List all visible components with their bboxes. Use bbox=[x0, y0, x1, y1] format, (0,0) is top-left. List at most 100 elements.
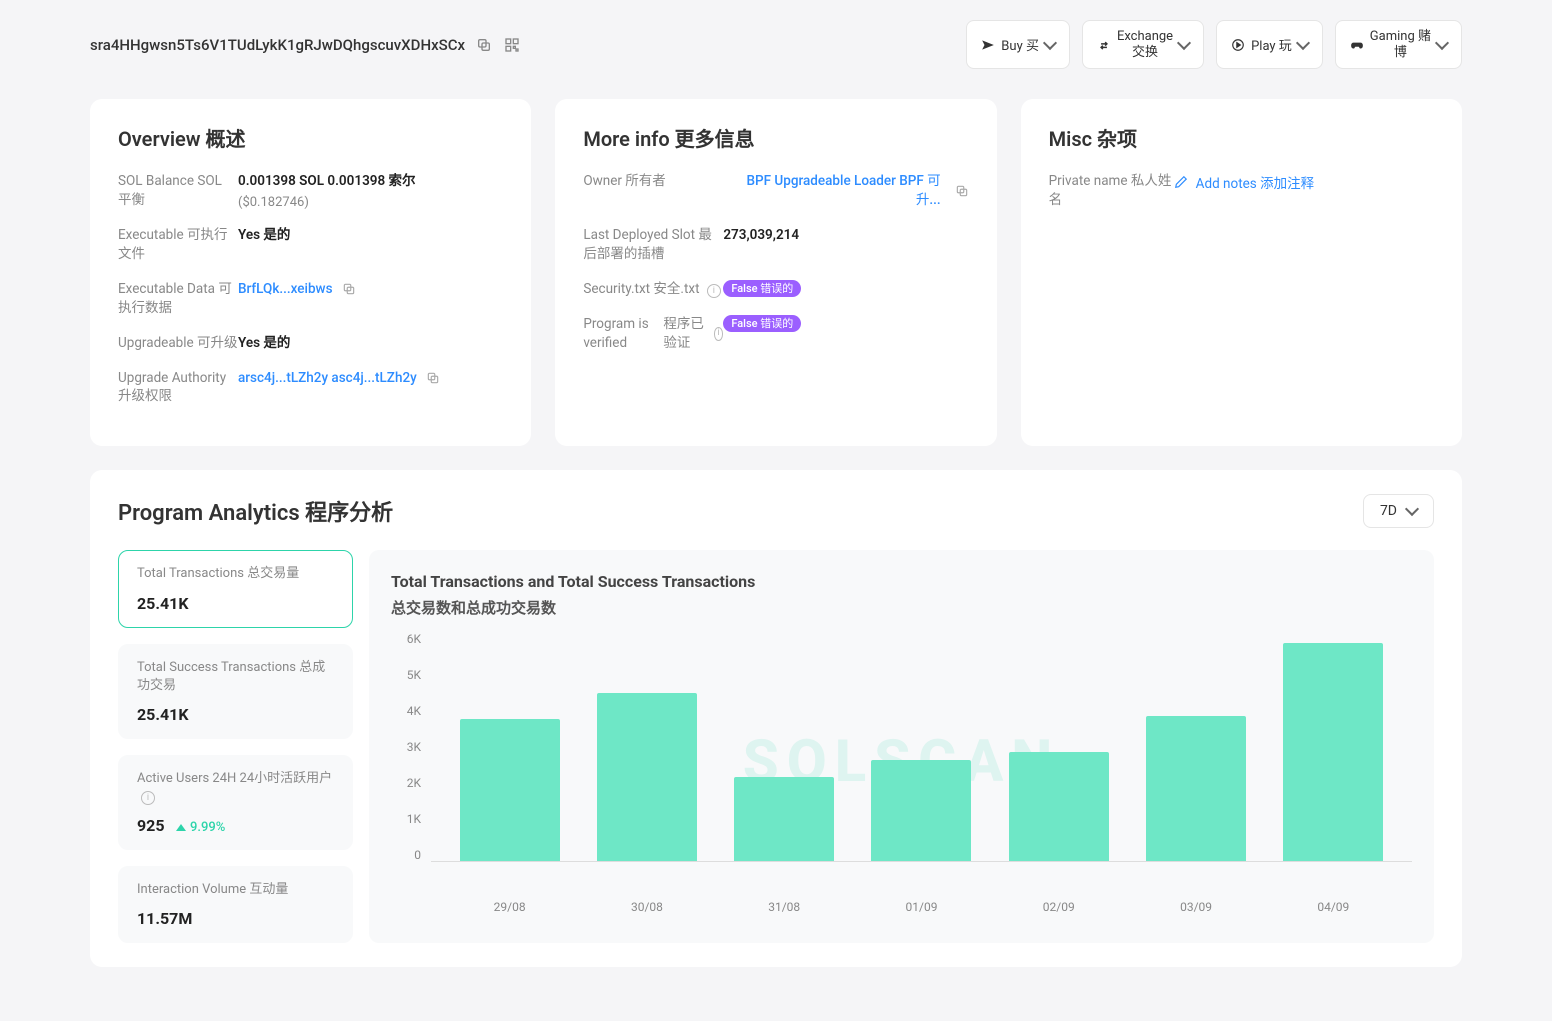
y-tick: 6K bbox=[407, 632, 421, 646]
stat-label: Active Users 24H 24小时活跃用户 i bbox=[137, 770, 334, 806]
x-tick: 02/09 bbox=[1009, 900, 1109, 914]
executable-label: Executable 可执行文件 bbox=[118, 226, 238, 264]
chevron-down-icon bbox=[1043, 36, 1057, 50]
info-icon[interactable]: i bbox=[707, 284, 721, 298]
copy-icon[interactable] bbox=[955, 184, 969, 198]
stat-value: 925 bbox=[137, 816, 165, 835]
executable-data-label: Executable Data 可执行数据 bbox=[118, 280, 238, 318]
stat-total-transactions[interactable]: Total Transactions 总交易量 25.41K bbox=[118, 550, 353, 627]
security-status-pill: False 错误的 bbox=[723, 280, 801, 297]
qr-code-icon[interactable] bbox=[503, 36, 521, 54]
bar-group[interactable] bbox=[460, 719, 560, 861]
upgradeable-value: Yes 是的 bbox=[238, 334, 290, 353]
chart-title: Total Transactions and Total Success Tra… bbox=[391, 572, 1412, 591]
sol-balance-label: SOL Balance SOL 平衡 bbox=[118, 172, 238, 210]
bar-group[interactable] bbox=[1146, 716, 1246, 862]
x-tick: 04/09 bbox=[1283, 900, 1383, 914]
copy-address-icon[interactable] bbox=[475, 36, 493, 54]
owner-link[interactable]: BPF Upgradeable Loader BPF 可升... bbox=[723, 172, 940, 210]
last-slot-label: Last Deployed Slot 最后部署的插槽 bbox=[583, 226, 723, 264]
buy-label: Buy 买 bbox=[1001, 35, 1039, 54]
exchange-label-1: Exchange bbox=[1117, 29, 1173, 45]
stat-interaction-volume[interactable]: Interaction Volume 互动量 11.57M bbox=[118, 866, 353, 943]
add-notes-label: Add notes 添加注释 bbox=[1196, 172, 1314, 192]
executable-data-link[interactable]: BrfLQk...xeibws bbox=[238, 281, 333, 297]
x-tick: 01/09 bbox=[871, 900, 971, 914]
info-icon[interactable]: i bbox=[141, 791, 155, 805]
stat-active-users[interactable]: Active Users 24H 24小时活跃用户 i 925 9.99% bbox=[118, 755, 353, 850]
x-tick: 03/09 bbox=[1146, 900, 1246, 914]
copy-icon[interactable] bbox=[342, 282, 356, 296]
chevron-down-icon bbox=[1177, 36, 1191, 50]
bar[interactable] bbox=[597, 693, 697, 862]
copy-icon[interactable] bbox=[426, 371, 440, 385]
executable-value: Yes 是的 bbox=[238, 226, 290, 245]
analytics-title: Program Analytics 程序分析 bbox=[118, 495, 393, 527]
overview-card: Overview 概述 SOL Balance SOL 平衡 0.001398 … bbox=[90, 99, 531, 446]
info-cards-row: Overview 概述 SOL Balance SOL 平衡 0.001398 … bbox=[90, 99, 1462, 446]
chevron-down-icon bbox=[1405, 502, 1419, 516]
chart-area: Total Transactions and Total Success Tra… bbox=[369, 550, 1434, 943]
verified-label: Program is verified bbox=[583, 315, 663, 353]
play-button[interactable]: Play 玩 bbox=[1216, 20, 1323, 69]
top-actions: Buy 买 Exchange 交换 Play 玩 Gaming 赌 博 bbox=[966, 20, 1462, 69]
bar-group[interactable] bbox=[1283, 643, 1383, 862]
bar-group[interactable] bbox=[734, 777, 834, 861]
bar[interactable] bbox=[871, 760, 971, 862]
stat-change: 9.99% bbox=[176, 820, 225, 835]
info-icon[interactable]: i bbox=[714, 327, 724, 341]
bar[interactable] bbox=[1009, 752, 1109, 861]
triangle-up-icon bbox=[176, 824, 186, 831]
x-tick: 30/08 bbox=[597, 900, 697, 914]
gaming-button[interactable]: Gaming 赌 博 bbox=[1335, 20, 1462, 69]
verified-cn: 程序已验证 bbox=[663, 315, 705, 353]
y-tick: 4K bbox=[407, 704, 421, 718]
gaming-label-1: Gaming 赌 bbox=[1370, 29, 1431, 45]
account-address: sra4HHgwsn5Ts6V1TUdLykK1gRJwDQhgscuvXDHx… bbox=[90, 36, 465, 54]
gaming-label-2: 博 bbox=[1394, 45, 1407, 61]
more-info-card: More info 更多信息 Owner 所有者 BPF Upgradeable… bbox=[555, 99, 996, 446]
top-bar: sra4HHgwsn5Ts6V1TUdLykK1gRJwDQhgscuvXDHx… bbox=[90, 20, 1462, 69]
upgrade-authority-link[interactable]: arsc4j...tLZh2y asc4j...tLZh2y bbox=[238, 370, 417, 386]
exchange-button[interactable]: Exchange 交换 bbox=[1082, 20, 1204, 69]
bar-group[interactable] bbox=[871, 760, 971, 862]
private-name-label: Private name 私人姓名 bbox=[1049, 172, 1174, 210]
bar-group[interactable] bbox=[1009, 752, 1109, 861]
bar[interactable] bbox=[1283, 643, 1383, 862]
buy-button[interactable]: Buy 买 bbox=[966, 20, 1070, 69]
stat-success-transactions[interactable]: Total Success Transactions 总成功交易 25.41K bbox=[118, 644, 353, 739]
sol-balance-usd: ($0.182746) bbox=[238, 195, 416, 210]
bar-group[interactable] bbox=[597, 693, 697, 862]
bar[interactable] bbox=[734, 777, 834, 861]
add-notes-link[interactable]: Add notes 添加注释 bbox=[1174, 172, 1314, 192]
sol-balance-value: 0.001398 SOL 0.001398 索尔 bbox=[238, 172, 416, 191]
stat-label: Total Success Transactions 总成功交易 bbox=[137, 659, 334, 695]
upgrade-authority-label: Upgrade Authority 升级权限 bbox=[118, 369, 238, 407]
more-info-title: More info 更多信息 bbox=[583, 123, 968, 152]
address-row: sra4HHgwsn5Ts6V1TUdLykK1gRJwDQhgscuvXDHx… bbox=[90, 36, 521, 54]
y-axis: 6K5K4K3K2K1K0 bbox=[391, 632, 431, 862]
analytics-card: Program Analytics 程序分析 7D Total Transact… bbox=[90, 470, 1462, 967]
chevron-down-icon bbox=[1296, 36, 1310, 50]
stat-label: Interaction Volume 互动量 bbox=[137, 881, 334, 899]
bars-container bbox=[431, 632, 1412, 862]
chart-subtitle: 总交易数和总成功交易数 bbox=[391, 597, 1412, 618]
play-label: Play 玩 bbox=[1251, 35, 1292, 54]
upgradeable-label: Upgradeable 可升级 bbox=[118, 334, 238, 353]
security-txt-label: Security.txt 安全.txt i bbox=[583, 280, 723, 299]
bar[interactable] bbox=[1146, 716, 1246, 862]
stat-label: Total Transactions 总交易量 bbox=[137, 565, 334, 583]
last-slot-value: 273,039,214 bbox=[723, 226, 799, 245]
y-tick: 1K bbox=[407, 812, 421, 826]
overview-title: Overview 概述 bbox=[118, 123, 503, 152]
stat-value: 25.41K bbox=[137, 594, 334, 613]
x-tick: 31/08 bbox=[734, 900, 834, 914]
owner-label: Owner 所有者 bbox=[583, 172, 723, 191]
bar[interactable] bbox=[460, 719, 560, 861]
y-tick: 3K bbox=[407, 740, 421, 754]
misc-title: Misc 杂项 bbox=[1049, 123, 1434, 152]
chart-plot: SOLSCAN 6K5K4K3K2K1K0 bbox=[391, 632, 1412, 892]
chevron-down-icon bbox=[1435, 36, 1449, 50]
period-selector[interactable]: 7D bbox=[1363, 494, 1434, 528]
stat-value: 25.41K bbox=[137, 705, 334, 724]
